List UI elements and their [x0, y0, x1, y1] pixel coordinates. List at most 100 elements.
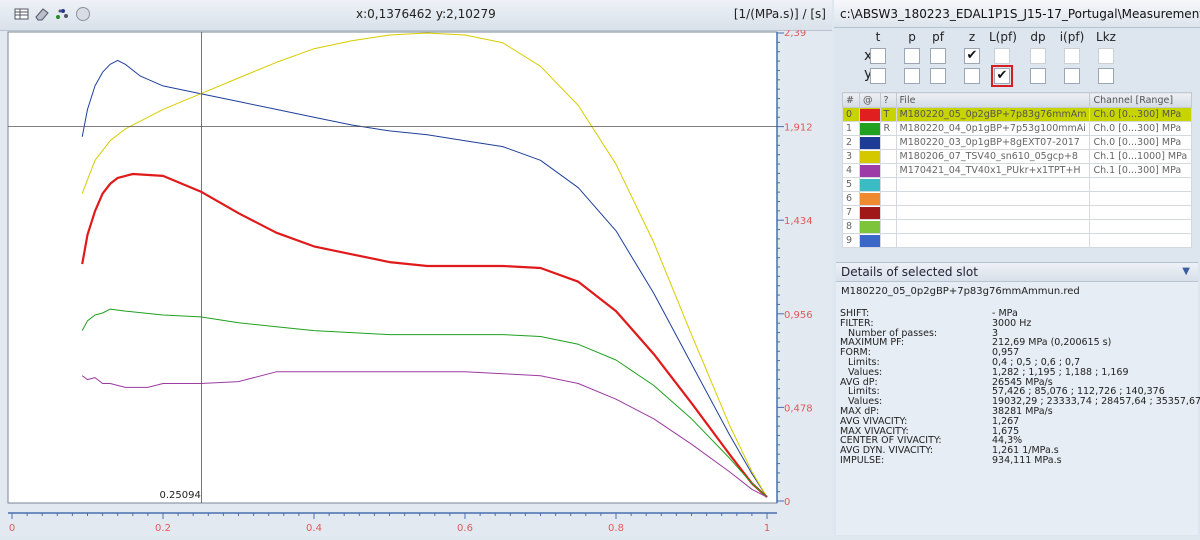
slots-header-3[interactable]: File — [895, 92, 1091, 108]
scatter-icon[interactable] — [54, 6, 70, 22]
slot-file — [895, 205, 1091, 220]
slots-header-2[interactable]: ? — [879, 92, 897, 108]
x-axis: 0 0.2 0.4 0.6 0.8 1 — [8, 512, 777, 534]
column-header-pf: pf — [932, 30, 944, 44]
x-checkbox-z[interactable]: ✔ — [964, 48, 980, 64]
x-checkbox-i(pf)[interactable] — [1064, 48, 1080, 64]
slot-row[interactable]: 0 T M180220_05_0p2gBP+7p83g76mmAm Ch.0 [0..… — [842, 107, 1192, 122]
y-checkbox-Lkz[interactable] — [1098, 68, 1114, 84]
slot-row[interactable]: 4 M170421_04_TV40x1_PUkr+x1TPT+H Ch.1 [0..… — [842, 163, 1192, 178]
details-panel: Details of selected slot ▼ M180220_05_0p… — [836, 262, 1200, 535]
table-icon[interactable] — [14, 6, 30, 22]
y-axis: 0 0,478 0,956 1,434 1,912 2,39 — [776, 28, 813, 508]
x-checkbox-L(pf)[interactable] — [994, 48, 1010, 64]
slot-row[interactable]: 7 — [842, 205, 1192, 220]
y-checkbox-i(pf)[interactable] — [1064, 68, 1080, 84]
x-checkbox-Lkz[interactable] — [1098, 48, 1114, 64]
slots-table: # @? File Channel [Range] 0 T M180220_05_0p2g… — [842, 92, 1192, 248]
slot-file: M180206_07_TSV40_sn610_05gcp+8 — [895, 149, 1091, 164]
slot-color-swatch[interactable] — [858, 121, 881, 136]
y-checkbox-z[interactable] — [964, 68, 980, 84]
plot-frame — [7, 31, 778, 504]
slot-row[interactable]: 8 — [842, 219, 1192, 234]
detail-key: IMPULSE: — [840, 454, 885, 466]
chart-pane: x:0,1376462 y:2,10279 [1/(MPa.s)] / [s] … — [0, 0, 832, 536]
x-checkbox-p[interactable] — [904, 48, 920, 64]
slot-color-swatch[interactable] — [858, 219, 881, 234]
slot-file — [895, 177, 1091, 192]
y-checkbox-t[interactable] — [870, 68, 886, 84]
slot-channel — [1089, 205, 1192, 220]
slot-color-swatch[interactable] — [858, 205, 881, 220]
cursor-readout: x:0,1376462 y:2,10279 — [356, 7, 496, 21]
slot-file — [895, 219, 1091, 234]
y-tick-label: 2,39 — [784, 30, 806, 39]
x-checkbox-pf[interactable] — [930, 48, 946, 64]
slot-color-swatch[interactable] — [858, 233, 881, 248]
slot-file: M180220_03_0p1gBP+8gEXT07-2017 — [895, 135, 1091, 150]
slot-number: 6 — [842, 191, 860, 206]
measurement-path[interactable]: c:\ABSW3_180223_EDAL1P1S_J15-17_Portugal… — [834, 0, 1200, 28]
slots-header-1[interactable]: @ — [858, 92, 881, 108]
slot-row[interactable]: 3 M180206_07_TSV40_sn610_05gcp+8 Ch.1 [0..… — [842, 149, 1192, 164]
slot-channel: Ch.1 [0...300] MPa — [1089, 163, 1192, 178]
slot-color-swatch[interactable] — [858, 191, 881, 206]
x-tick-label: 0.4 — [306, 523, 322, 534]
y-checkbox-pf[interactable] — [930, 68, 946, 84]
slot-file: M170421_04_TV40x1_PUkr+x1TPT+H — [895, 163, 1091, 178]
slot-color-swatch[interactable] — [858, 107, 881, 122]
slot-channel — [1089, 177, 1192, 192]
x-tick-label: 0.8 — [608, 523, 624, 534]
slots-header-row: # @? File Channel [Range] — [842, 92, 1192, 108]
slots-header-4[interactable]: Channel [Range] — [1089, 92, 1192, 108]
slot-color-swatch[interactable] — [858, 149, 881, 164]
eraser-icon[interactable] — [34, 6, 50, 22]
y-tick-label: 1,434 — [784, 216, 813, 227]
details-header[interactable]: Details of selected slot ▼ — [836, 263, 1198, 282]
slot-channel — [1089, 219, 1192, 234]
column-header-dp: dp — [1030, 30, 1046, 44]
line-chart[interactable]: 0 0,478 0,956 1,434 1,912 2,39 0 0.2 0.4 0.6 0.8 1… — [0, 28, 832, 536]
slot-flag — [879, 177, 897, 192]
slot-row[interactable]: 1 R M180220_04_0p1gBP+7p53g100mmAi Ch.0 [0.… — [842, 121, 1192, 136]
slot-flag — [879, 149, 897, 164]
slots-header-0[interactable]: # — [842, 92, 860, 108]
y-checkbox-dp[interactable] — [1030, 68, 1046, 84]
slot-flag — [879, 163, 897, 178]
column-header-Lkz: Lkz — [1096, 30, 1116, 44]
y-checkbox-L(pf)[interactable]: ✔ — [991, 65, 1013, 87]
slot-row[interactable]: 6 — [842, 191, 1192, 206]
column-header-i(pf): i(pf) — [1059, 30, 1085, 44]
slot-color-swatch[interactable] — [858, 163, 881, 178]
slot-row[interactable]: 2 M180220_03_0p1gBP+8gEXT07-2017 Ch.0 [0..… — [842, 135, 1192, 150]
slot-number: 7 — [842, 205, 860, 220]
x-tick-label: 0.6 — [457, 523, 473, 534]
slot-file: M180220_05_0p2gBP+7p83g76mmAm — [895, 107, 1091, 122]
y-tick-label: 0,478 — [784, 403, 813, 414]
column-header-t: t — [875, 30, 881, 44]
units-label: [1/(MPa.s)] / [s] — [733, 7, 826, 21]
collapse-arrow-icon[interactable]: ▼ — [1182, 263, 1190, 281]
slot-row[interactable]: 9 — [842, 233, 1192, 248]
y-tick-label: 0 — [784, 497, 790, 508]
slot-color-swatch[interactable] — [858, 135, 881, 150]
slot-row[interactable]: 5 — [842, 177, 1192, 192]
slot-flag: R — [879, 121, 897, 136]
slot-flag — [879, 219, 897, 234]
x-checkbox-t[interactable] — [870, 48, 886, 64]
sphere-icon[interactable] — [75, 6, 91, 22]
x-checkbox-dp[interactable] — [1030, 48, 1046, 64]
x-tick-label: 0 — [9, 523, 15, 534]
slot-number: 8 — [842, 219, 860, 234]
slot-flag — [879, 191, 897, 206]
slot-channel — [1089, 233, 1192, 248]
y-checkbox-p[interactable] — [904, 68, 920, 84]
column-header-z: z — [968, 30, 976, 44]
slot-number: 3 — [842, 149, 860, 164]
slot-file — [895, 233, 1091, 248]
slot-channel — [1089, 191, 1192, 206]
slot-number: 4 — [842, 163, 860, 178]
slot-channel: Ch.0 [0...300] MPa — [1089, 135, 1192, 150]
slot-number: 1 — [842, 121, 860, 136]
slot-color-swatch[interactable] — [858, 177, 881, 192]
